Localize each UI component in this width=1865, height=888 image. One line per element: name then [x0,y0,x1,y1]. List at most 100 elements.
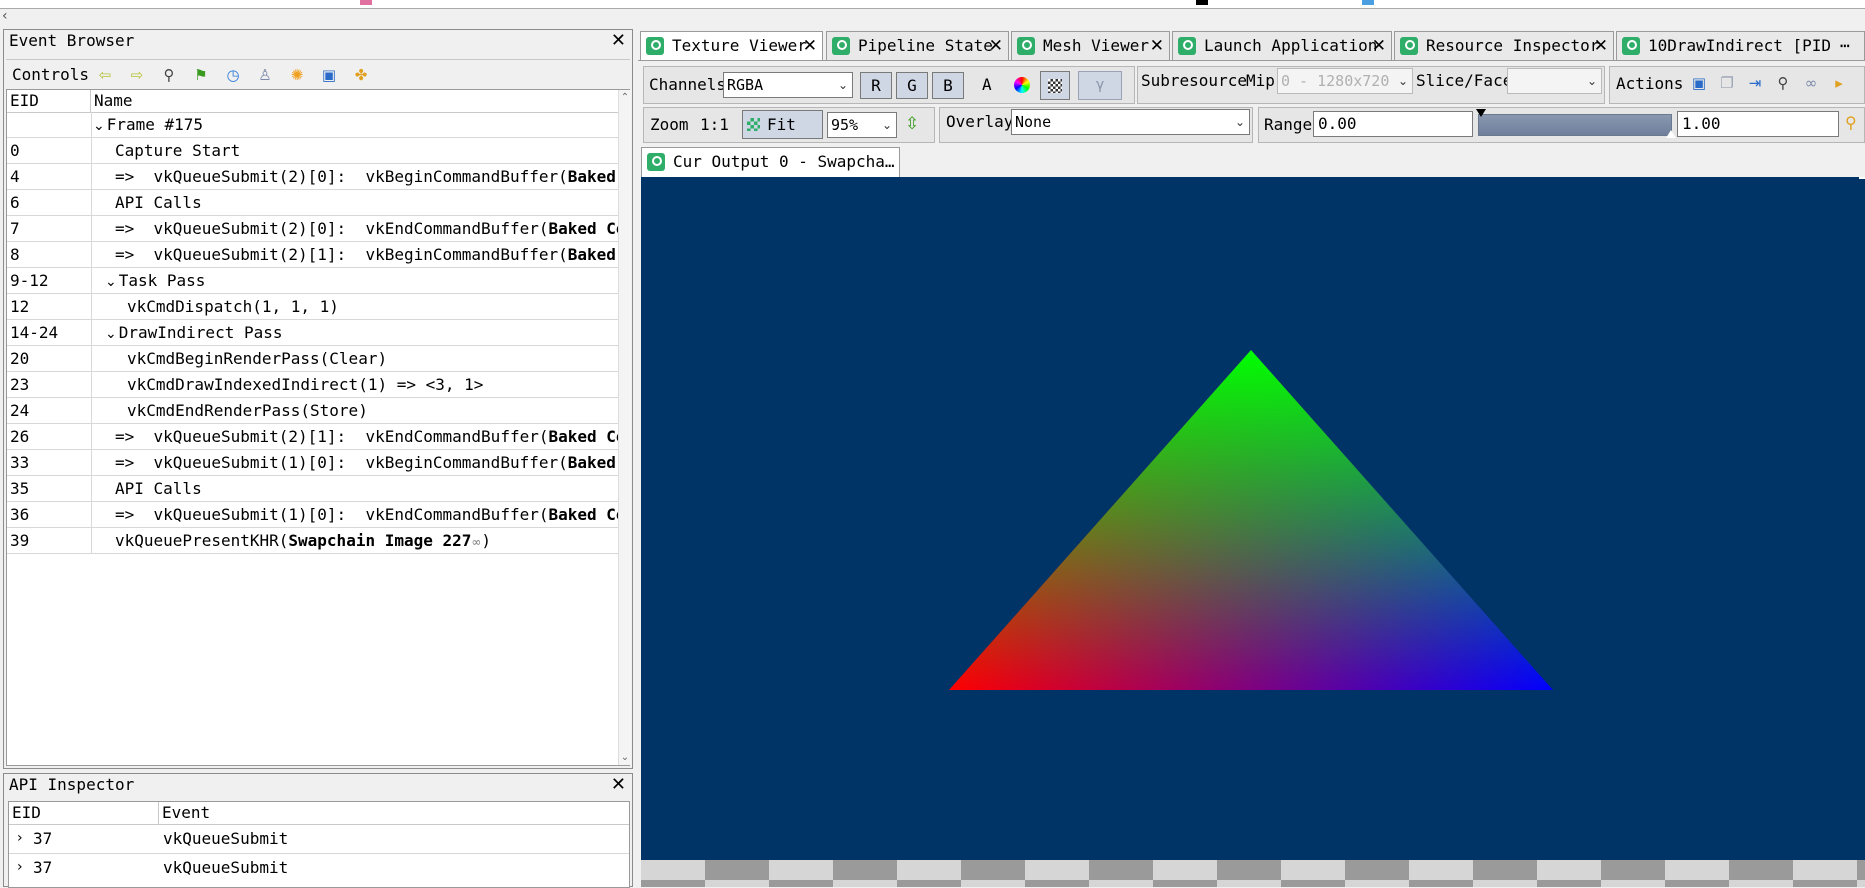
forward-arrow-icon[interactable]: ⇨ [126,64,148,86]
event-row-resource[interactable]: Baked Co [568,453,620,472]
slice-face-select[interactable]: ⌄ [1507,68,1602,94]
copy-icon[interactable]: ❐ [1716,72,1738,94]
column-header-eid[interactable]: EID [7,90,91,112]
marker-icon[interactable]: ♙ [254,64,276,86]
event-row-eid: 12 [10,297,30,316]
export-icon[interactable]: ▸ [1828,72,1850,94]
event-row-resource[interactable]: Swapchain Image 227 [288,531,471,550]
scroll-up-icon[interactable]: ⌃ [619,92,631,103]
top-scroll-left-icon[interactable]: ‹ [2,8,8,24]
event-row[interactable]: ⌄ Frame #175 [7,112,620,138]
expand-toggle-icon[interactable]: ⌄ [93,118,105,134]
tab-overflow-icon[interactable]: ⋯ [1840,32,1850,60]
tab-close-icon[interactable]: ✕ [1150,32,1164,60]
event-row-resource[interactable]: Baked Co [568,167,620,186]
event-row[interactable]: 12 vkCmdDispatch(1, 1, 1) [7,294,620,320]
event-browser-close-icon[interactable]: ✕ [611,32,626,50]
event-row-text: => vkQueueSubmit(2)[1]: vkEndCommandBuff… [115,427,549,446]
channel-g-toggle[interactable]: G [896,72,928,99]
tab-cur-output[interactable]: Cur Output 0 - Swapcha… [641,147,900,177]
link-icon[interactable]: ∞ [1800,72,1822,94]
find-binoculars-icon[interactable]: ⚲ [1772,72,1794,94]
event-tree-scrollbar[interactable]: ⌃ ⌄ [618,90,631,765]
back-arrow-icon[interactable]: ⇦ [94,64,116,86]
channels-select[interactable]: RGBA ⌄ [723,72,853,98]
fit-button[interactable]: Fit [742,110,823,139]
puzzle-icon[interactable]: ✤ [350,64,372,86]
event-row-name: vkCmdDispatch(1, 1, 1) [127,294,339,319]
range-slider[interactable] [1476,109,1676,138]
event-row[interactable]: 9-12 ⌄ Task Pass [7,268,620,294]
api-row[interactable]: › 37 vkQueueSubmit [9,824,629,854]
flip-vertical-icon[interactable]: ⇳ [905,113,919,135]
tab-texture-viewer[interactable]: Texture Viewer ✕ [640,31,823,60]
api-inspector-close-icon[interactable]: ✕ [611,776,626,794]
event-row-name: API Calls [115,190,202,215]
range-min-input[interactable]: 0.00 [1313,111,1473,137]
scroll-down-icon[interactable]: ⌄ [619,752,631,763]
range-min-handle-icon[interactable] [1476,109,1486,117]
column-header-name[interactable]: Name [91,90,620,112]
event-row[interactable]: 4 => vkQueueSubmit(2)[0]: vkBeginCommandB… [7,164,620,190]
event-row[interactable]: 0 Capture Start [7,138,620,164]
channel-r-toggle[interactable]: R [860,72,892,99]
event-row-resource[interactable]: Baked Co [568,245,620,264]
tab-close-icon[interactable]: ✕ [1594,32,1608,60]
channel-a-toggle[interactable]: A [982,72,992,98]
tab-close-icon[interactable]: ✕ [989,32,1003,60]
overlay-select[interactable]: None ⌄ [1011,109,1250,135]
fit-icon [747,118,760,131]
event-row[interactable]: 33 => vkQueueSubmit(1)[0]: vkBeginCommand… [7,450,620,476]
event-row[interactable]: 36 => vkQueueSubmit(1)[0]: vkEndCommandBu… [7,502,620,528]
color-wheel-icon[interactable] [1014,77,1030,93]
expand-chevron-icon[interactable]: › [17,853,23,882]
event-row[interactable]: 23 vkCmdDrawIndexedIndirect(1) => <3, 1> [7,372,620,398]
api-row[interactable]: › 37 vkQueueSubmit [9,853,629,882]
event-row[interactable]: 6 API Calls [7,190,620,216]
tab-capture-pid[interactable]: 10DrawIndirect [PID ⋯ [1616,31,1865,60]
tab-pipeline-state[interactable]: Pipeline State ✕ [826,31,1009,60]
event-row[interactable]: 39 vkQueuePresentKHR(Swapchain Image 227∞… [7,528,620,554]
event-row[interactable]: 20 vkCmdBeginRenderPass(Clear) [7,346,620,372]
find-binoculars-icon[interactable]: ⚲ [158,64,180,86]
timer-clock-icon[interactable]: ◷ [222,64,244,86]
gamma-icon[interactable]: γ [1078,71,1122,100]
tab-close-icon[interactable]: ✕ [803,32,817,60]
tab-close-icon[interactable]: ✕ [1372,32,1386,60]
event-row-resource[interactable]: Baked Comm [548,505,620,524]
event-row[interactable]: 8 => vkQueueSubmit(2)[1]: vkBeginCommandB… [7,242,620,268]
event-row[interactable]: 14-24 ⌄ DrawIndirect Pass [7,320,620,346]
channel-b-toggle[interactable]: B [932,72,964,99]
save-icon[interactable]: ▣ [318,64,340,86]
zoom-range-icon[interactable]: ⚲ [1845,113,1857,132]
expand-toggle-icon[interactable]: ⌄ [105,274,117,290]
texture-viewport[interactable] [641,177,1865,887]
event-row-resource[interactable]: Baked Comm [548,427,620,446]
resource-link-icon[interactable]: ∞ [471,535,481,549]
api-header-eid[interactable]: EID [9,802,159,824]
column-divider [91,372,92,397]
event-row[interactable]: 24 vkCmdEndRenderPass(Store) [7,398,620,424]
expand-chevron-icon[interactable]: › [17,824,23,853]
event-row[interactable]: 7 => vkQueueSubmit(2)[0]: vkEndCommandBuf… [7,216,620,242]
event-row-resource[interactable]: Baked Comm [548,219,620,238]
expand-toggle-icon[interactable]: ⌄ [105,326,117,342]
mip-select[interactable]: 0 - 1280x720 ⌄ [1277,68,1413,94]
tab-resource-inspector[interactable]: Resource Inspector ✕ [1394,31,1614,60]
bookmark-flag-icon[interactable]: ⚑ [190,64,212,86]
save-texture-icon[interactable]: ▣ [1688,72,1710,94]
zoom-select[interactable]: 95% ⌄ [827,112,897,138]
api-inspector-title: API Inspector [9,775,135,794]
goto-location-icon[interactable]: ⇥ [1744,72,1766,94]
range-max-handle-icon[interactable] [1666,130,1676,138]
tab-mesh-viewer[interactable]: Mesh Viewer ✕ [1011,31,1170,60]
event-row-text: => vkQueueSubmit(2)[0]: vkEndCommandBuff… [115,219,549,238]
checkerboard-icon[interactable] [1040,71,1070,100]
event-row[interactable]: 26 => vkQueueSubmit(2)[1]: vkEndCommandBu… [7,424,620,450]
api-header-event[interactable]: Event [159,802,629,824]
zoom-1-1-button[interactable]: 1:1 [700,112,729,138]
settings-gear-icon[interactable]: ✺ [286,64,308,86]
event-row[interactable]: 35 API Calls [7,476,620,502]
tab-launch-application[interactable]: Launch Application ✕ [1172,31,1392,60]
range-max-input[interactable]: 1.00 [1677,111,1839,137]
